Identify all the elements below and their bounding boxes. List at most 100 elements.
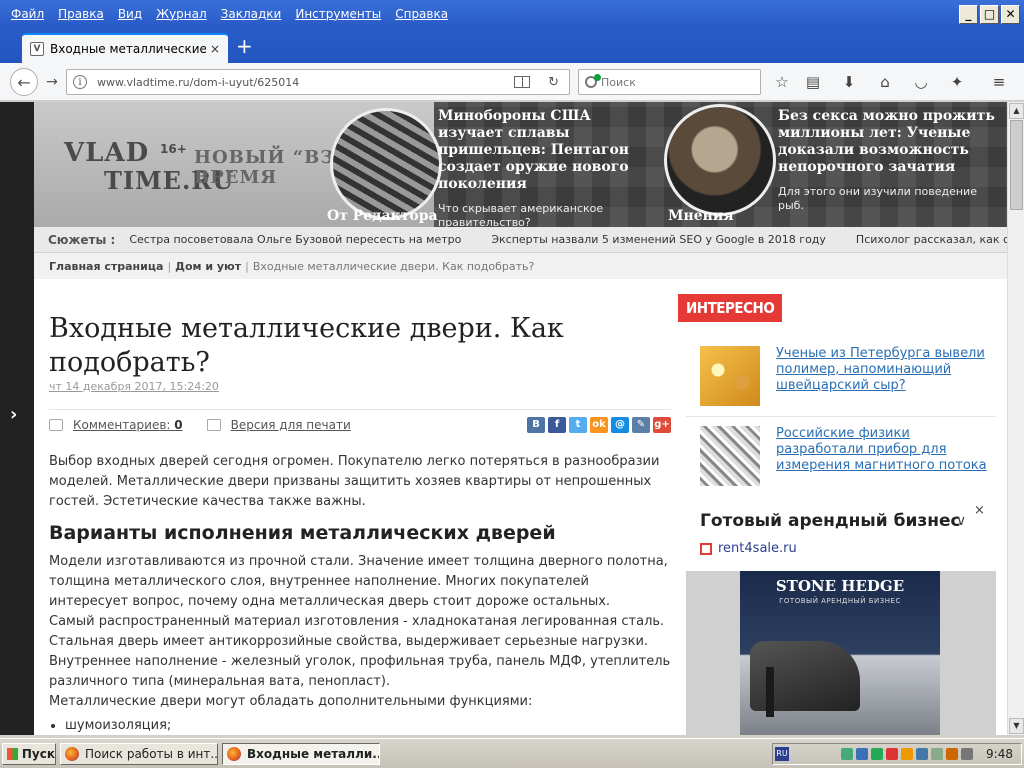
vk-share-icon[interactable]: В (527, 417, 545, 433)
menu-tools[interactable]: Инструменты (288, 7, 388, 21)
breadcrumb-section[interactable]: Дом и уют (175, 260, 241, 273)
menu-file[interactable]: Файл (4, 7, 51, 21)
start-button[interactable]: Пуск (2, 743, 56, 765)
menu-icon[interactable]: ≡ (987, 71, 1011, 93)
age-rating: 16+ (160, 142, 187, 156)
breadcrumb-home[interactable]: Главная страница (49, 260, 163, 273)
tray-icon[interactable] (901, 748, 914, 760)
interesting-link[interactable]: Ученые из Петербурга вывели полимер, нап… (776, 346, 996, 406)
ad-image[interactable]: STONE HEDGE ГОТОВЫЙ АРЕНДНЫЙ БИЗНЕС (686, 571, 996, 735)
ad-title[interactable]: Готовый арендный бизнес (700, 511, 961, 531)
left-sidebar: › (0, 102, 34, 735)
star-icon[interactable]: ☆ (770, 71, 794, 93)
header-story-subtitle: Для этого они изучили поведение рыб. (778, 185, 977, 212)
search-engine-icon[interactable] (585, 74, 601, 88)
article-date[interactable]: чт 14 декабря 2017, 15:24:20 (49, 380, 671, 394)
tray-icon[interactable] (931, 748, 944, 760)
extension-icon[interactable]: ✦ (945, 71, 969, 93)
header-story-title[interactable]: Без секса можно прожить миллионы лет: Уч… (778, 108, 998, 176)
forward-arrow-icon[interactable]: → (40, 72, 64, 92)
search-bar[interactable] (578, 69, 761, 95)
site-header: VLAD TIME.RU 16+ НОВЫЙ “ВЗГЛ НА ВРЕМЯ Ми… (34, 102, 1007, 227)
info-icon[interactable]: i (73, 75, 87, 89)
scroll-down-button[interactable]: ▼ (1009, 718, 1024, 734)
search-input[interactable] (601, 75, 751, 89)
taskbar-item-label: Поиск работы в инт... (85, 747, 218, 761)
tray-icon[interactable] (886, 748, 899, 760)
list-item: шумоизоляция; (65, 716, 671, 735)
header-story[interactable]: Без секса можно прожить миллионы лет: Уч… (778, 108, 998, 213)
taskbar-item[interactable]: Поиск работы в инт... (60, 743, 218, 765)
url-text[interactable]: www.vladtime.ru/dom-i-uyut/625014 (97, 76, 514, 89)
article-paragraph: Модели изготавливаются из прочной стали.… (49, 554, 668, 609)
interesting-link[interactable]: Российские физики разработали прибор для… (776, 426, 996, 486)
header-story[interactable]: Минобороны США изучает сплавы пришельцев… (438, 108, 658, 227)
library-icon[interactable]: ▤ (801, 71, 825, 93)
pocket-icon[interactable]: ◡ (909, 71, 933, 93)
odnoklassniki-share-icon[interactable]: ok (590, 417, 608, 433)
close-icon[interactable]: × (974, 503, 985, 518)
new-tab-button[interactable]: + (236, 36, 253, 56)
taskbar-item-active[interactable]: Входные металли... (222, 743, 380, 765)
sidebar-toggle-icon[interactable]: › (10, 404, 17, 425)
logo-line1: VLAD (64, 138, 150, 168)
page-title: Входные металлические двери. Как подобра… (49, 313, 564, 378)
header-story-image[interactable] (664, 104, 776, 216)
menu-history[interactable]: Журнал (149, 7, 214, 21)
taskbar-item-label: Входные металли... (247, 747, 380, 761)
list-item[interactable]: Ученые из Петербурга вывели полимер, нап… (700, 346, 996, 406)
chevron-down-icon[interactable]: ∨ (956, 513, 966, 529)
reload-icon[interactable]: ↻ (548, 75, 559, 90)
reader-view-icon[interactable] (514, 76, 531, 88)
ad-poster[interactable]: STONE HEDGE ГОТОВЫЙ АРЕНДНЫЙ БИЗНЕС (740, 571, 940, 735)
livejournal-share-icon[interactable]: ✎ (632, 417, 650, 433)
device-thumbnail[interactable] (700, 426, 760, 486)
comments-link[interactable]: Комментариев: 0 (73, 418, 183, 432)
header-story-image[interactable] (330, 108, 442, 220)
ticker-item[interactable]: Психолог рассказал, как сохранить мир за… (856, 233, 1007, 246)
home-icon[interactable]: ⌂ (873, 71, 897, 93)
scroll-thumb[interactable] (1010, 120, 1023, 210)
ad-domain-link[interactable]: rent4sale.ru (700, 541, 797, 556)
back-arrow-icon[interactable]: ← (10, 68, 38, 96)
tray-icon[interactable] (916, 748, 929, 760)
feature-list: шумоизоляция; (65, 716, 671, 735)
network-icon[interactable] (856, 748, 869, 760)
divider (686, 416, 996, 417)
ticker-item[interactable]: Сестра посоветовала Ольге Бузовой пересе… (129, 233, 461, 246)
scroll-up-button[interactable]: ▲ (1009, 103, 1024, 119)
article: Входные металлические двери. Как подобра… (49, 312, 671, 733)
minimize-button[interactable]: _ (959, 5, 978, 24)
volume-icon[interactable] (961, 748, 974, 760)
menu-bookmarks[interactable]: Закладки (214, 7, 289, 21)
cheese-thumbnail[interactable] (700, 346, 760, 406)
tab-close-icon[interactable]: × (210, 42, 220, 56)
menu-edit[interactable]: Правка (51, 7, 111, 21)
language-indicator[interactable]: RU (775, 747, 789, 761)
ad-domain[interactable]: rent4sale.ru (718, 541, 797, 556)
tray-icon[interactable] (946, 748, 959, 760)
menu-view[interactable]: Вид (111, 7, 149, 21)
close-window-button[interactable]: ✕ (1001, 5, 1020, 24)
menu-help[interactable]: Справка (388, 7, 455, 21)
print-version-link[interactable]: Версия для печати (231, 418, 351, 432)
download-icon[interactable]: ⬇ (837, 71, 861, 93)
header-category-label[interactable]: Мнения (668, 208, 734, 224)
tab-active[interactable]: V Входные металлические дв... × (22, 33, 228, 63)
mailru-share-icon[interactable]: @ (611, 417, 629, 433)
list-item[interactable]: Российские физики разработали прибор для… (700, 426, 996, 486)
tray-icon[interactable] (841, 748, 854, 760)
maximize-button[interactable]: □ (980, 5, 999, 24)
facebook-share-icon[interactable]: f (548, 417, 566, 433)
ticker-item[interactable]: Эксперты назвали 5 изменений SEO у Googl… (491, 233, 826, 246)
twitter-share-icon[interactable]: t (569, 417, 587, 433)
person-silhouette (766, 667, 774, 717)
tray-icon[interactable] (871, 748, 884, 760)
comments-label: Комментариев: (73, 417, 171, 432)
url-bar[interactable]: i www.vladtime.ru/dom-i-uyut/625014 ↻ (66, 69, 570, 95)
header-story-title[interactable]: Минобороны США изучает сплавы пришельцев… (438, 108, 658, 193)
share-buttons: В f t ok @ ✎ g+ (527, 417, 671, 433)
header-category-label[interactable]: От Редактора (327, 208, 438, 224)
googleplus-share-icon[interactable]: g+ (653, 417, 671, 433)
vertical-scrollbar[interactable]: ▲ ▼ (1007, 102, 1024, 735)
